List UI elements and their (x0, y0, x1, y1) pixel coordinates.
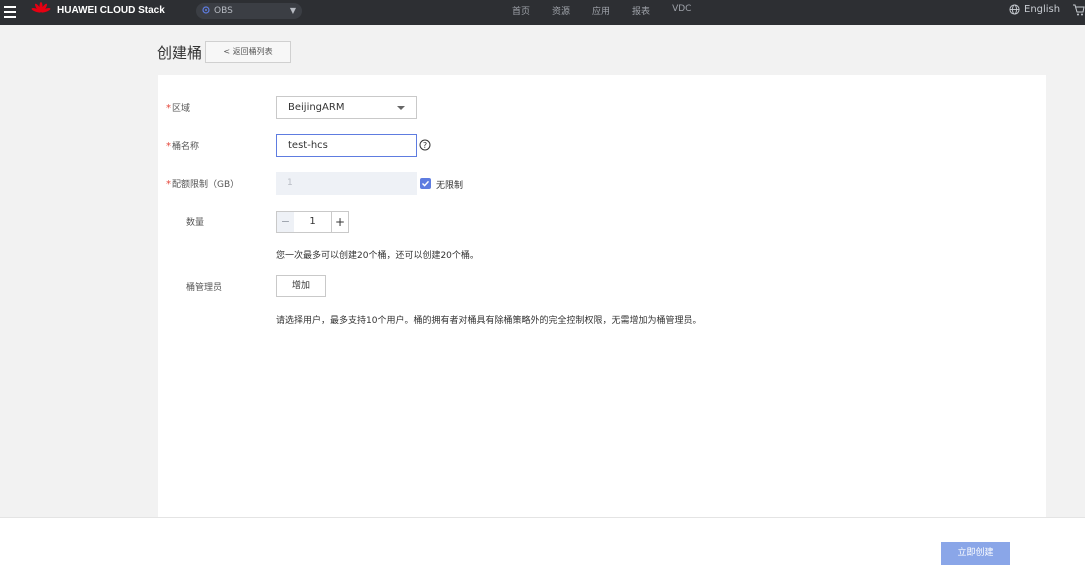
service-selector[interactable]: OBS ▼ (196, 3, 302, 19)
huawei-logo (31, 2, 51, 13)
back-to-bucket-list-button[interactable]: < 返回桶列表 (205, 41, 291, 63)
region-label: *区域 (166, 103, 191, 114)
quantity-value[interactable]: 1 (294, 212, 331, 232)
cart-icon[interactable] (1072, 3, 1085, 17)
checkmark-icon (422, 180, 430, 187)
unlimited-label: 无限制 (436, 181, 464, 191)
add-admin-button[interactable]: 增加 (276, 275, 326, 297)
quantity-stepper[interactable]: − 1 + (276, 211, 349, 233)
brand-name: HUAWEI CLOUD Stack (57, 5, 165, 16)
chevron-down-icon: ▼ (289, 6, 296, 15)
required-mark: * (166, 103, 171, 114)
quota-input[interactable]: 1 (276, 172, 417, 195)
main-nav: 首页 资源 应用 报表 VDC (512, 4, 691, 17)
nav-item-vdc[interactable]: VDC (672, 4, 691, 17)
unlimited-checkbox[interactable] (420, 178, 431, 189)
create-now-button[interactable]: 立即创建 (941, 542, 1010, 565)
admin-label: 桶管理员 (186, 283, 223, 293)
required-mark: * (166, 141, 171, 152)
back-button-label: 返回桶列表 (232, 47, 273, 56)
increment-button[interactable]: + (331, 212, 348, 232)
bucket-name-label: *桶名称 (166, 141, 200, 152)
service-name: OBS (214, 6, 233, 16)
decrement-button[interactable]: − (277, 212, 294, 232)
chevron-left-icon: < (223, 47, 231, 56)
nav-item-reports[interactable]: 报表 (632, 4, 650, 17)
location-pin-icon (202, 6, 210, 14)
nav-item-home[interactable]: 首页 (512, 4, 530, 17)
menu-icon[interactable] (4, 6, 16, 18)
nav-item-apps[interactable]: 应用 (592, 4, 610, 17)
language-label: English (1024, 4, 1061, 15)
required-mark: * (166, 179, 171, 190)
quota-label: *配额限制（GB） (166, 179, 240, 190)
svg-text:?: ? (423, 141, 427, 150)
nav-item-resources[interactable]: 资源 (552, 4, 570, 17)
globe-icon (1009, 4, 1020, 15)
quota-value: 1 (287, 178, 293, 188)
quantity-hint: 您一次最多可以创建20个桶，还可以创建20个桶。 (276, 251, 479, 261)
region-value: BeijingARM (288, 102, 345, 113)
bucket-name-value: test-hcs (288, 140, 328, 151)
admin-hint: 请选择用户，最多支持10个用户。桶的拥有者对桶具有除桶策略外的完全控制权限，无需… (276, 316, 702, 326)
bucket-name-input[interactable]: test-hcs (276, 134, 417, 157)
page-title: 创建桶 (157, 44, 203, 62)
top-navbar: HUAWEI CLOUD Stack OBS ▼ 首页 资源 应用 报表 VDC… (0, 0, 1085, 25)
footer-bar (0, 517, 1085, 576)
region-select[interactable]: BeijingARM (276, 96, 417, 119)
quantity-label: 数量 (186, 218, 205, 228)
chevron-down-icon (397, 106, 405, 110)
language-switcher[interactable]: English (1009, 4, 1060, 15)
help-icon[interactable]: ? (419, 139, 431, 151)
